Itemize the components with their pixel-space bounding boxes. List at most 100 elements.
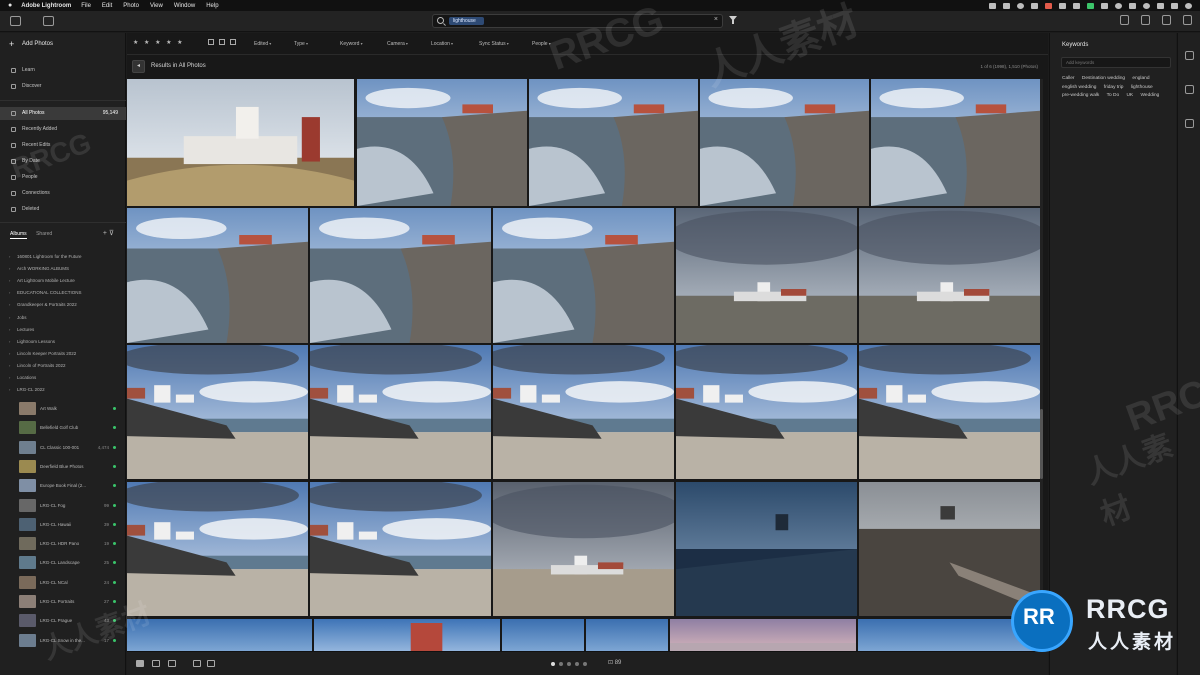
apple-menu-icon[interactable]: ● xyxy=(8,2,12,9)
album-folder[interactable]: › Lincoln of Portraits 2022 xyxy=(0,361,126,371)
control-center-icon[interactable] xyxy=(1171,2,1178,9)
keyword-tag[interactable]: lighthouse xyxy=(1131,85,1153,90)
rating-dots[interactable] xyxy=(551,662,587,666)
keyword-tag[interactable]: Destination wedding xyxy=(1082,76,1125,81)
reject-flag-icon[interactable] xyxy=(230,39,236,45)
album-folder[interactable]: › 160801 Lightroom for the Future xyxy=(0,252,126,262)
bluetooth-icon[interactable] xyxy=(1115,2,1122,9)
photo-thumbnail[interactable] xyxy=(310,482,491,616)
album-item[interactable]: Europe Book Final (2... xyxy=(0,476,126,495)
sidebar-toggle-icon[interactable] xyxy=(10,16,21,26)
album-folder[interactable]: › Lincoln Keeper Portraits 2022 xyxy=(0,349,126,359)
back-button[interactable]: ◂ xyxy=(132,60,145,73)
photo-thumbnail[interactable] xyxy=(676,208,857,343)
album-item[interactable]: LRG-CL Portraits 27 xyxy=(0,592,126,611)
photo-thumbnail[interactable] xyxy=(859,345,1040,479)
album-item[interactable]: LRG-CL Fog 99 xyxy=(0,496,126,515)
filter-icon[interactable] xyxy=(729,15,737,27)
photo-thumbnail[interactable] xyxy=(127,482,308,616)
info-panel-icon[interactable] xyxy=(1185,85,1194,94)
add-photos-button[interactable]: + Add Photos xyxy=(0,38,126,51)
pick-flag-icon[interactable] xyxy=(208,39,214,45)
search-icon[interactable] xyxy=(1157,2,1164,9)
chevron-right-icon[interactable]: › xyxy=(9,276,10,286)
photo-thumbnail[interactable] xyxy=(676,345,857,479)
chevron-right-icon[interactable]: › xyxy=(9,349,10,359)
discover-item[interactable]: Discover xyxy=(0,80,126,93)
keyboard-icon[interactable] xyxy=(1073,2,1080,9)
chevron-right-icon[interactable]: › xyxy=(9,325,10,335)
photo-thumbnail[interactable] xyxy=(871,79,1040,206)
keyword-tag[interactable]: england xyxy=(1132,76,1149,81)
photo-thumbnail[interactable] xyxy=(127,208,308,343)
rating-dot[interactable] xyxy=(559,662,563,666)
photo-thumbnail[interactable] xyxy=(310,208,491,343)
rating-dot[interactable] xyxy=(551,662,555,666)
headphones-icon[interactable] xyxy=(1017,2,1024,9)
album-folder[interactable]: › Art Lightroom Mobile Lecture xyxy=(0,276,126,286)
grid-scrollbar[interactable] xyxy=(1040,79,1043,649)
album-item[interactable]: LRG-CL Prague 43 xyxy=(0,611,126,630)
filter-location[interactable]: Location xyxy=(431,41,453,47)
filter-type[interactable]: Type xyxy=(294,41,308,47)
grid-view-icon[interactable] xyxy=(136,660,144,667)
photo-thumbnail[interactable] xyxy=(676,482,857,616)
search-field[interactable]: lighthouse × xyxy=(432,14,723,28)
chevron-right-icon[interactable]: › xyxy=(9,373,10,383)
cloud-sync-icon[interactable] xyxy=(1183,15,1192,25)
album-item[interactable]: LRG-CL NCal 24 xyxy=(0,573,126,592)
photo-thumbnail[interactable] xyxy=(502,619,584,651)
slideshow-icon[interactable] xyxy=(207,660,215,667)
photo-thumbnail[interactable] xyxy=(529,79,698,206)
keyword-tag[interactable]: UK xyxy=(1126,93,1133,98)
square-grid-icon[interactable] xyxy=(152,660,160,667)
photo-thumbnail[interactable] xyxy=(310,345,491,479)
keyword-tag[interactable]: friday trip xyxy=(1104,85,1124,90)
volume-icon[interactable] xyxy=(1129,2,1136,9)
display-icon[interactable] xyxy=(1031,2,1038,9)
help-icon[interactable] xyxy=(1120,15,1129,25)
menu-window[interactable]: Window xyxy=(174,3,195,9)
menu-photo[interactable]: Photo xyxy=(123,3,139,9)
dropbox-icon[interactable] xyxy=(1101,2,1108,9)
siri-icon[interactable] xyxy=(1185,2,1192,9)
album-folder[interactable]: › Jobs xyxy=(0,313,126,323)
album-item[interactable]: LRG-CL Landscape 25 xyxy=(0,553,126,572)
album-folder[interactable]: › Arch WORKING ALBUMS xyxy=(0,264,126,274)
album-item[interactable]: LRG-CL Hawaii 39 xyxy=(0,515,126,534)
album-folder[interactable]: › LRG-CL 2022 xyxy=(0,385,126,395)
filter-edited[interactable]: Edited xyxy=(254,41,271,47)
rating-dot[interactable] xyxy=(583,662,587,666)
album-folder[interactable]: › Locations xyxy=(0,373,126,383)
library-item-recent-edits[interactable]: Recent Edits xyxy=(0,139,126,152)
photo-thumbnail[interactable] xyxy=(127,79,354,206)
filter-camera[interactable]: Camera xyxy=(387,41,408,47)
photo-thumbnail[interactable] xyxy=(357,79,527,206)
library-item-people[interactable]: People xyxy=(0,171,126,184)
comments-indicator[interactable]: ⊡ 89 xyxy=(608,659,621,666)
sort-icon[interactable] xyxy=(193,660,201,667)
chevron-right-icon[interactable]: › xyxy=(9,300,10,310)
camera-icon[interactable] xyxy=(989,2,996,9)
rating-dot[interactable] xyxy=(567,662,571,666)
album-folder[interactable]: › Lightroom Lessons xyxy=(0,337,126,347)
photo-thumbnail[interactable] xyxy=(493,345,674,479)
menu-view[interactable]: View xyxy=(150,3,163,9)
chevron-right-icon[interactable]: › xyxy=(9,361,10,371)
photo-thumbnail[interactable] xyxy=(127,619,312,651)
share-icon[interactable] xyxy=(1162,15,1171,25)
album-folder[interactable]: › Lectures xyxy=(0,325,126,335)
record-icon[interactable] xyxy=(1045,2,1052,9)
notifications-icon[interactable] xyxy=(1141,15,1150,25)
menu-help[interactable]: Help xyxy=(206,3,218,9)
search-keyword-chip[interactable]: lighthouse xyxy=(449,17,484,25)
photo-thumbnail[interactable] xyxy=(700,79,869,206)
edit-panel-icon[interactable] xyxy=(1185,51,1194,60)
photo-thumbnail[interactable] xyxy=(314,619,500,651)
photo-thumbnail[interactable] xyxy=(586,619,668,651)
unflagged-icon[interactable] xyxy=(219,39,225,45)
clear-search-icon[interactable]: × xyxy=(714,16,718,23)
all-photos-item[interactable]: All Photos 95,149 xyxy=(0,107,126,120)
library-item-connections[interactable]: Connections xyxy=(0,187,126,200)
keyword-input[interactable]: Add keywords xyxy=(1061,57,1171,68)
